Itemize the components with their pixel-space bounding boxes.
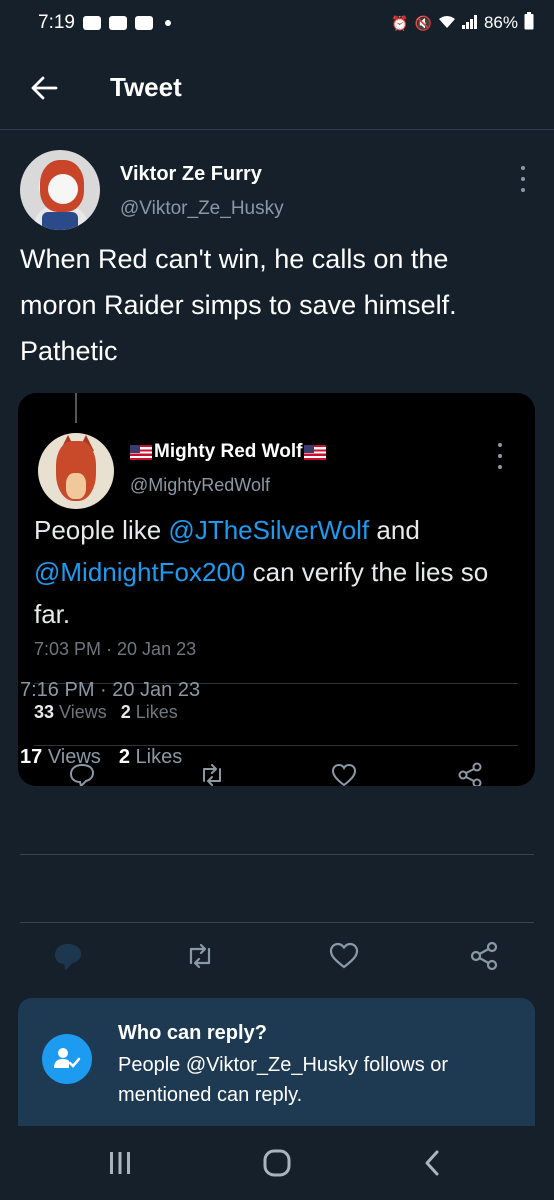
reply-settings-description: People @Viktor_Ze_Husky follows or menti… <box>118 1054 449 1106</box>
system-navigation-bar <box>0 1126 554 1200</box>
divider <box>20 922 534 923</box>
quoted-likes-label: Likes <box>135 702 178 722</box>
quoted-more-options-button[interactable] <box>493 443 507 469</box>
share-icon[interactable] <box>456 761 484 786</box>
video-notification-icon <box>108 16 127 30</box>
chevron-left-icon <box>425 1150 439 1176</box>
recent-apps-icon <box>110 1152 130 1174</box>
heart-icon[interactable] <box>328 940 360 972</box>
views-label: Views <box>47 746 101 768</box>
reply-settings-box: Who can reply? People @Viktor_Ze_Husky f… <box>18 998 535 1126</box>
quoted-author-name[interactable]: Mighty Red Wolf <box>130 441 327 463</box>
author-avatar[interactable] <box>20 150 100 230</box>
quoted-tweet[interactable]: Mighty Red Wolf @MightyRedWolf People li… <box>18 393 535 786</box>
divider <box>20 854 534 855</box>
quoted-author-handle[interactable]: @MightyRedWolf <box>130 475 270 496</box>
likes-count: 2 <box>118 746 130 768</box>
youtube-notification-icon <box>134 16 153 30</box>
arrow-left-icon <box>31 76 58 99</box>
recent-apps-button[interactable] <box>100 1146 140 1180</box>
quoted-tweet-text: People like @JTheSilverWolf and @Midnigh… <box>34 509 524 635</box>
mention-link[interactable]: @MidnightFox200 <box>34 557 245 587</box>
quoted-author-avatar[interactable] <box>38 433 114 509</box>
more-notifications-icon <box>164 20 171 26</box>
retweet-icon[interactable] <box>184 940 216 972</box>
wifi-icon <box>438 15 456 32</box>
more-options-button[interactable] <box>516 166 530 192</box>
author-handle[interactable]: @Viktor_Ze_Husky <box>120 198 284 220</box>
tweet-text: When Red can't win, he calls on the moro… <box>20 244 457 366</box>
likes-label: Likes <box>135 746 183 768</box>
likes-stat[interactable]: 2 Likes <box>119 746 182 769</box>
quoted-text-part: People like <box>34 515 169 545</box>
reply-settings-title: Who can reply? <box>118 1022 267 1044</box>
mute-icon: 🔇 <box>414 14 432 31</box>
comment-icon[interactable] <box>52 940 84 972</box>
quoted-likes-count: 2 <box>120 702 131 722</box>
home-icon <box>263 1149 291 1177</box>
tweet-author-row: Viktor Ze Furry @Viktor_Ze_Husky <box>0 130 554 230</box>
signal-icon <box>461 14 478 32</box>
back-nav-button[interactable] <box>414 1146 450 1180</box>
status-time: 7:19 <box>38 12 75 33</box>
quoted-views-label: Views <box>59 702 107 722</box>
tweet-timestamp[interactable]: 7:16 PM · 20 Jan 23 <box>20 679 200 702</box>
tweet-stats: 17 Views 2 Likes <box>20 746 182 769</box>
mention-link[interactable]: @JTheSilverWolf <box>168 515 369 545</box>
home-button[interactable] <box>255 1146 299 1180</box>
alarm-icon: ⏰ <box>391 14 409 31</box>
views-count: 17 <box>20 746 43 768</box>
quoted-author-name-text: Mighty Red Wolf <box>154 441 303 462</box>
views-stat[interactable]: 17 Views <box>20 746 101 769</box>
battery-level: 86% <box>483 13 518 32</box>
thread-line <box>75 393 77 423</box>
quoted-views-stat[interactable]: 33 Views <box>34 702 107 723</box>
app-header: Tweet <box>0 46 554 130</box>
author-name[interactable]: Viktor Ze Furry <box>120 163 262 186</box>
tweet-actions <box>0 940 554 974</box>
page-title: Tweet <box>110 72 182 102</box>
back-button[interactable] <box>14 58 74 118</box>
quoted-likes-stat[interactable]: 2 Likes <box>121 702 178 723</box>
quoted-views-count: 33 <box>34 702 55 722</box>
quoted-tweet-timestamp[interactable]: 7:03 PM · 20 Jan 23 <box>34 639 196 660</box>
main-tweet: Viktor Ze Furry @Viktor_Ze_Husky When Re… <box>0 130 554 786</box>
heart-icon[interactable] <box>330 761 358 786</box>
quoted-text-part: and <box>369 515 420 545</box>
quoted-tweet-stats: 33 Views 2 Likes <box>34 702 178 723</box>
us-flag-icon <box>130 444 152 460</box>
retweet-icon[interactable] <box>198 761 226 786</box>
battery-icon <box>524 11 534 35</box>
person-check-icon <box>42 1034 92 1084</box>
status-bar: 7:19 ⏰ 🔇 86% <box>0 0 554 46</box>
gallery-notification-icon <box>82 16 101 30</box>
us-flag-icon <box>304 444 327 460</box>
share-icon[interactable] <box>468 940 500 972</box>
